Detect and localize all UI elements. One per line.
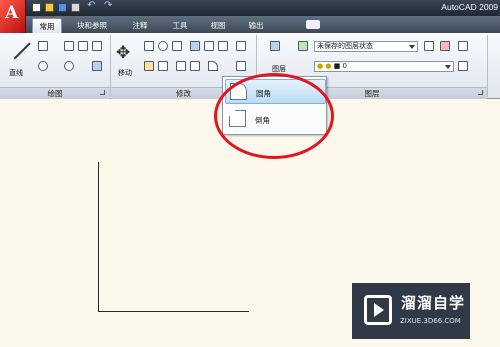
chevron-down-icon: [445, 65, 451, 69]
highlight-circle: [214, 73, 334, 159]
chevron-down-icon: [409, 45, 415, 49]
application-menu-button[interactable]: A: [0, 0, 26, 33]
layers-panel-expand-icon[interactable]: [478, 90, 483, 95]
redo-icon[interactable]: ↷: [104, 0, 113, 11]
layer-dropdown[interactable]: ● ● ■ 0: [314, 61, 454, 72]
line-tool-label: 直线: [9, 69, 23, 77]
tab-annotate[interactable]: 注释: [126, 18, 154, 33]
fillet-icon[interactable]: [208, 61, 218, 71]
arc-icon[interactable]: [64, 41, 74, 51]
watermark-brand: 溜溜自学: [401, 294, 466, 312]
copy-icon[interactable]: [144, 41, 154, 51]
layer-previous-icon[interactable]: [440, 41, 450, 51]
undo-icon[interactable]: ↶: [87, 0, 96, 11]
draw-panel-title: 绘图: [0, 87, 110, 99]
hatch-icon[interactable]: [92, 61, 102, 71]
line-tool-icon[interactable]: [9, 41, 29, 61]
break-icon[interactable]: [176, 61, 186, 71]
layer-on-icon: ●: [317, 62, 324, 70]
join-icon[interactable]: [190, 61, 200, 71]
watermark: 溜溜自学 ZIXUE.3D66.COM: [352, 283, 470, 339]
tab-blocks-references[interactable]: 块和参照: [70, 18, 114, 33]
new-file-icon[interactable]: [32, 3, 41, 12]
rectangle-icon[interactable]: [92, 41, 102, 51]
draw-panel-expand-icon[interactable]: [100, 90, 105, 95]
scale-icon[interactable]: [204, 41, 214, 51]
ribbon-tabs: 常用 块和参照 注释 工具 视图 输出: [26, 16, 500, 33]
drawn-vertical-line[interactable]: [98, 162, 99, 312]
circle-icon[interactable]: [38, 61, 48, 71]
print-icon[interactable]: [71, 3, 80, 12]
layer-state-value: 未保存的图层状态: [317, 42, 373, 50]
layer-state-icon[interactable]: [298, 41, 308, 51]
autocad-logo-icon: A: [5, 3, 19, 23]
save-icon[interactable]: [58, 3, 67, 12]
rotate-icon[interactable]: [158, 41, 168, 51]
layer-color-icon: ■: [333, 62, 341, 70]
tab-output[interactable]: 输出: [242, 18, 270, 33]
erase-icon[interactable]: [144, 61, 154, 71]
tab-view[interactable]: 视图: [204, 18, 232, 33]
watermark-url: ZIXUE.3D66.COM: [400, 317, 461, 325]
layer-match-icon[interactable]: [424, 41, 434, 51]
title-bar: ↶ ↷ AutoCAD 2009: [0, 0, 500, 16]
polyline-icon[interactable]: [38, 41, 48, 51]
trim-icon[interactable]: [172, 41, 182, 51]
open-file-icon[interactable]: [45, 3, 54, 12]
offset-icon[interactable]: [236, 61, 246, 71]
move-tool-label: 移动: [118, 69, 132, 77]
layer-isolate-icon[interactable]: [458, 41, 468, 51]
move-tool-icon[interactable]: ✥: [116, 44, 134, 62]
layer-current-value: 0: [342, 62, 348, 70]
app-title: AutoCAD 2009: [441, 2, 498, 12]
mirror-icon[interactable]: [190, 41, 200, 51]
ribbon-toggle-button[interactable]: [306, 20, 320, 29]
play-logo-icon: [364, 295, 392, 325]
tab-tools[interactable]: 工具: [166, 18, 194, 33]
layer-state-dropdown[interactable]: 未保存的图层状态: [314, 41, 418, 52]
layer-freeze-icon: ●: [325, 62, 332, 70]
array-icon[interactable]: [218, 41, 228, 51]
stretch-icon[interactable]: [158, 61, 168, 71]
ellipse-icon[interactable]: [64, 61, 74, 71]
tab-home[interactable]: 常用: [32, 18, 62, 33]
polygon-icon[interactable]: [78, 41, 88, 51]
explode-icon[interactable]: [236, 41, 246, 51]
drawn-horizontal-line[interactable]: [98, 311, 249, 312]
layer-properties-icon[interactable]: [270, 41, 280, 51]
layer-off-icon[interactable]: [458, 61, 468, 71]
panel-divider: [487, 35, 488, 97]
